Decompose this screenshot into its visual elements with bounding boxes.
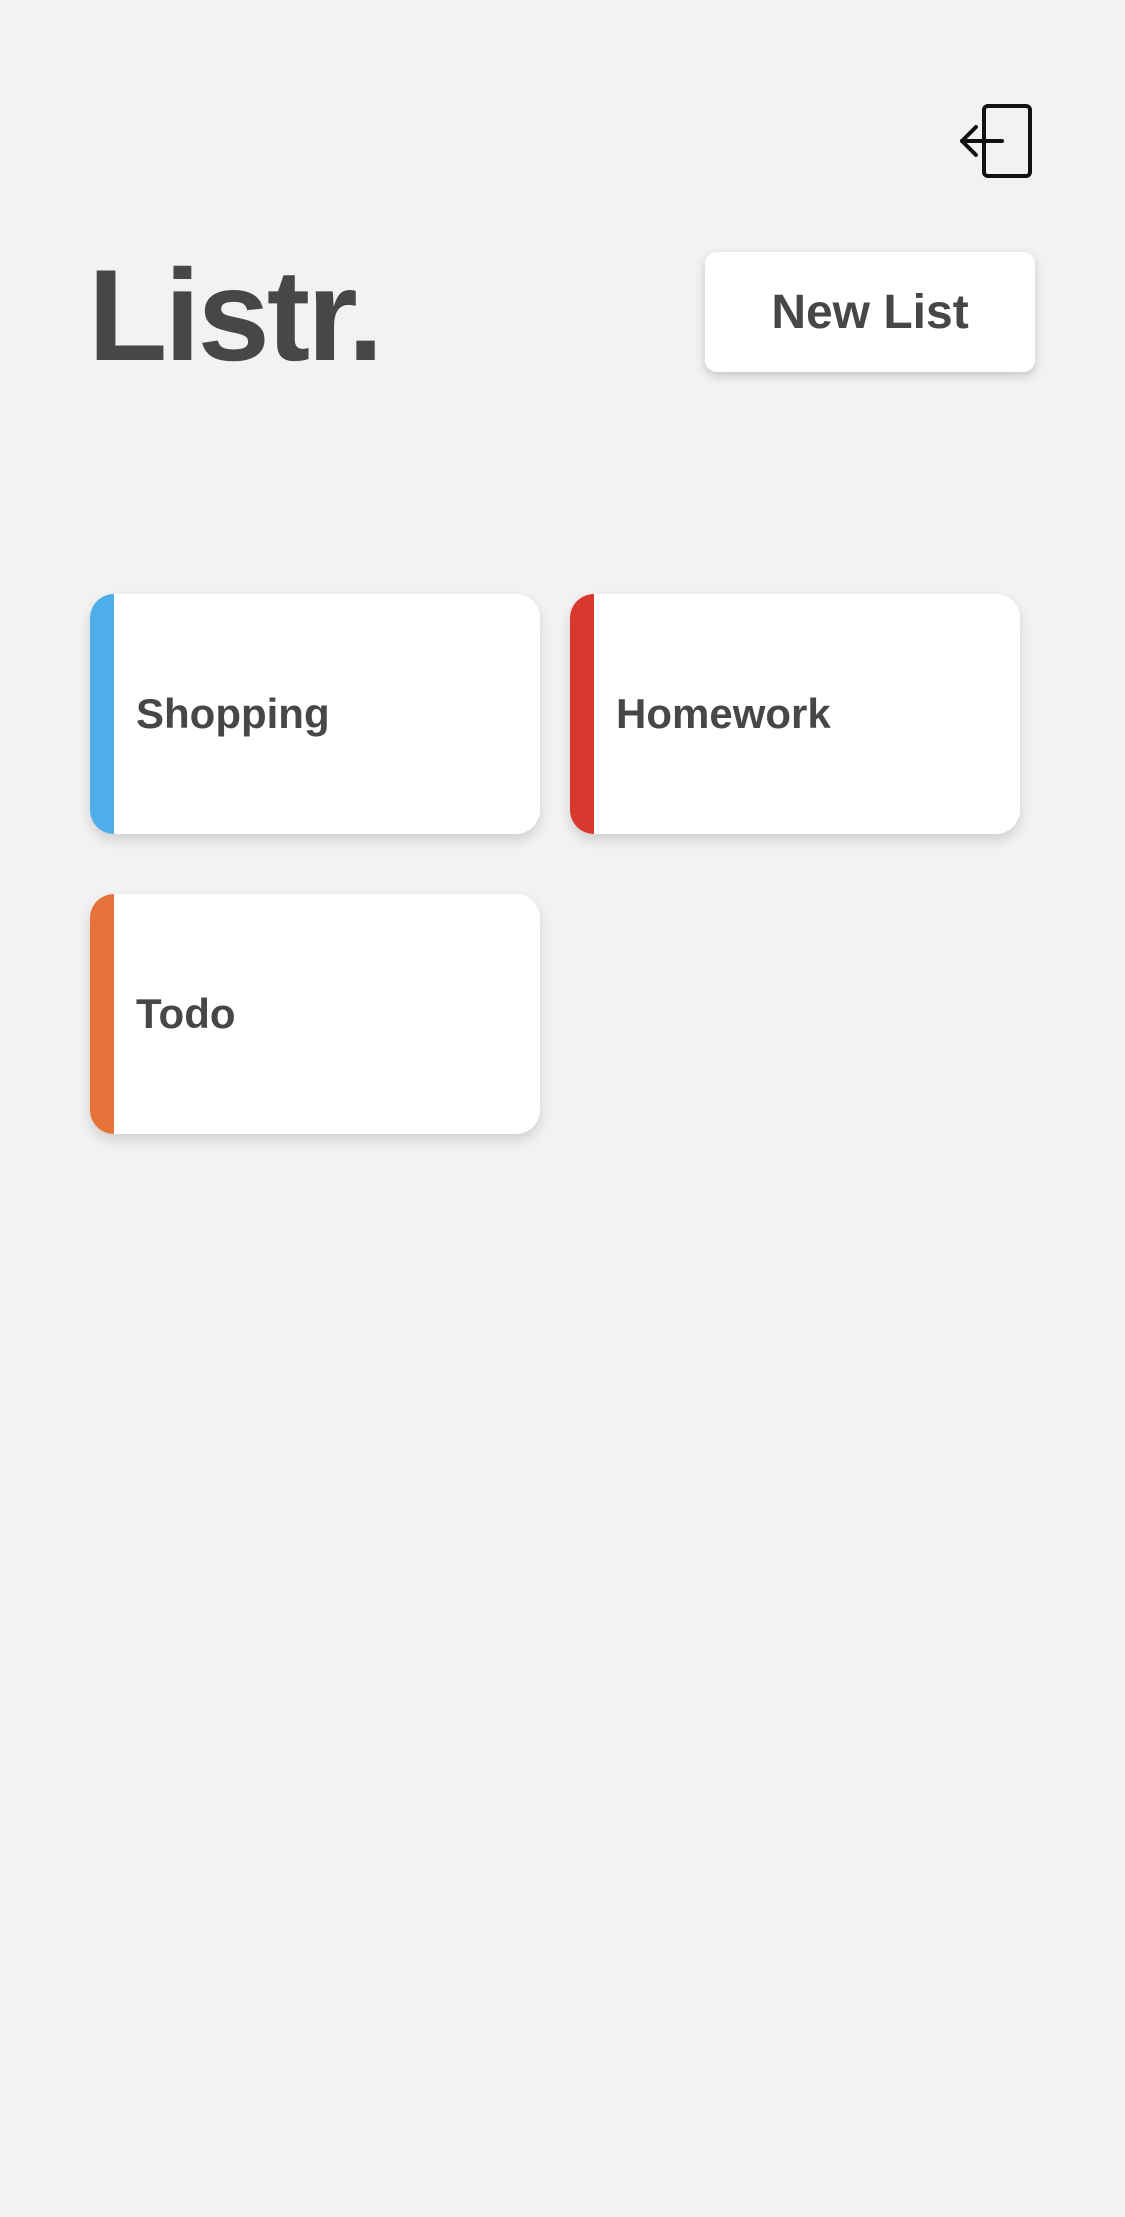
list-card-label: Homework: [616, 690, 831, 737]
new-list-button[interactable]: New List: [705, 252, 1035, 372]
list-card-todo[interactable]: Todo: [90, 894, 540, 1134]
logout-icon: [960, 104, 1032, 178]
list-color-bar: [90, 594, 114, 834]
app-title: Listr.: [88, 242, 384, 388]
list-card-label: Shopping: [136, 690, 330, 737]
list-card-homework[interactable]: Homework: [570, 594, 1020, 834]
list-card-label: Todo: [136, 990, 236, 1037]
list-card-shopping[interactable]: Shopping: [90, 594, 540, 834]
logout-button[interactable]: [958, 102, 1038, 182]
list-color-bar: [570, 594, 594, 834]
list-color-bar: [90, 894, 114, 1134]
